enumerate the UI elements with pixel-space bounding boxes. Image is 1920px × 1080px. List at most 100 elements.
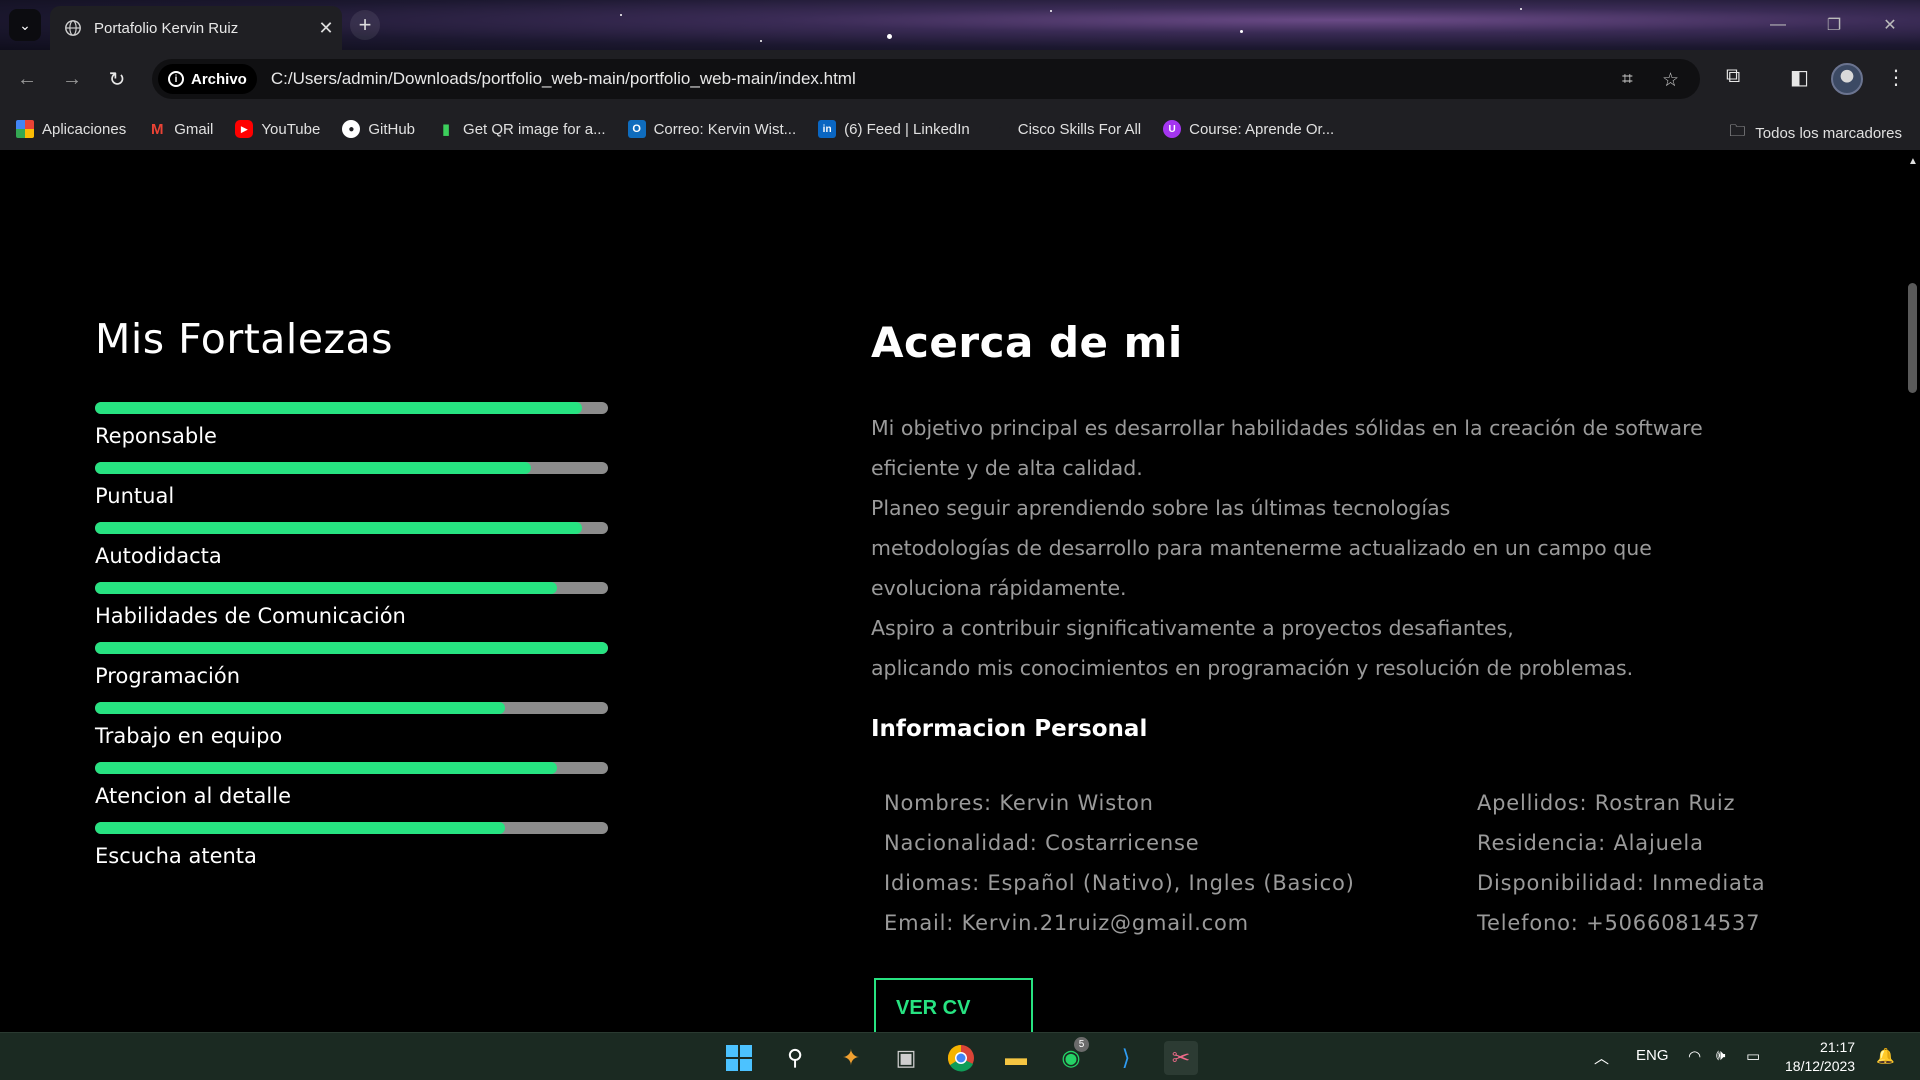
bookmark-star-icon[interactable]: ☆ (1662, 69, 1679, 92)
bookmark-course[interactable]: U Course: Aprende Or... (1163, 120, 1334, 138)
folder-icon: 🗀 (1729, 123, 1746, 140)
background-star (1520, 8, 1522, 10)
bookmark-qr[interactable]: ▮ Get QR image for a... (437, 120, 606, 139)
skill-bar-fill (95, 822, 506, 834)
bookmarks-bar: Aplicaciones M Gmail ▶ YouTube ● GitHub … (0, 108, 1920, 150)
bookmark-youtube[interactable]: ▶ YouTube (235, 120, 320, 138)
vscode-icon[interactable]: ⟩ (1109, 1041, 1143, 1075)
skill-bar-track (95, 822, 608, 834)
tab-title: Portafolio Kervin Ruiz (94, 19, 239, 37)
minimize-button[interactable]: — (1750, 0, 1806, 50)
info-phone: Telefono: +50660814537 (1477, 911, 1761, 935)
info-email: Email: Kervin.21ruiz@gmail.com (884, 911, 1249, 935)
about-title: Acerca de mi (871, 318, 1183, 367)
linkedin-icon: in (818, 120, 837, 138)
skill-bar-fill (95, 582, 557, 594)
notification-bell-icon[interactable]: 🔔 (1876, 1047, 1895, 1065)
bookmark-github[interactable]: ● GitHub (342, 120, 415, 138)
skill-label: Reponsable (95, 424, 217, 448)
gmail-icon: M (150, 120, 164, 138)
bookmark-linkedin[interactable]: in (6) Feed | LinkedIn (818, 120, 970, 138)
back-button[interactable]: ← (12, 64, 42, 94)
system-clock[interactable]: 21:17 18/12/2023 (1785, 1038, 1855, 1076)
apps-grid-icon (16, 120, 34, 138)
github-icon: ● (342, 120, 361, 138)
browser-toolbar: ← → ↻ i Archivo C:/Users/admin/Downloads… (0, 50, 1920, 108)
chrome-logo-icon (947, 1044, 974, 1072)
about-line: evoluciona rápidamente. (871, 576, 1127, 600)
new-tab-button[interactable]: + (350, 10, 380, 40)
bookmark-apps[interactable]: Aplicaciones (16, 120, 126, 138)
info-nationality: Nacionalidad: Costarricense (884, 831, 1200, 855)
skill-bar-track (95, 402, 608, 414)
background-star (620, 14, 622, 16)
youtube-icon: ▶ (235, 120, 254, 138)
extensions-icon[interactable]: ⧉ (1726, 65, 1740, 88)
whatsapp-icon[interactable]: ◉ 5 (1054, 1037, 1089, 1075)
bookmark-label: Cisco Skills For All (1017, 120, 1142, 138)
view-cv-button[interactable]: VER CV (874, 978, 1033, 1032)
bookmark-label: Gmail (174, 120, 214, 138)
chevron-down-icon: ⌄ (19, 16, 31, 33)
background-star (887, 34, 892, 39)
bookmark-label: (6) Feed | LinkedIn (844, 120, 970, 138)
chrome-icon[interactable] (944, 1041, 978, 1075)
show-hidden-icons-chevron-icon[interactable]: ︿ (1594, 1047, 1609, 1068)
close-tab-icon[interactable]: ✕ (310, 18, 342, 39)
tab-search-button[interactable]: ⌄ (9, 9, 41, 41)
bookmark-outlook[interactable]: O Correo: Kervin Wist... (627, 120, 796, 138)
site-info-chip[interactable]: i Archivo (158, 64, 257, 94)
page-viewport: Mis Fortalezas Reponsable Puntual Autodi… (0, 150, 1905, 1032)
all-bookmarks-button[interactable]: 🗀 Todos los marcadores (1729, 120, 1902, 147)
language-indicator[interactable]: ENG (1636, 1047, 1669, 1064)
search-icon[interactable]: ⚲ (778, 1041, 812, 1075)
info-last-names: Apellidos: Rostran Ruiz (1477, 791, 1736, 815)
reload-button[interactable]: ↻ (102, 64, 132, 94)
personal-info-title: Informacion Personal (871, 716, 1148, 742)
info-residence: Residencia: Alajuela (1477, 831, 1704, 855)
about-line: aplicando mis conocimientos en programac… (871, 656, 1634, 680)
skill-label: Habilidades de Comunicación (95, 604, 406, 628)
skill-item: Programación (95, 642, 608, 688)
course-icon: U (1163, 120, 1182, 138)
address-bar[interactable]: i Archivo C:/Users/admin/Downloads/portf… (152, 59, 1700, 99)
url-text[interactable]: C:/Users/admin/Downloads/portfolio_web-m… (271, 69, 856, 89)
profile-avatar[interactable] (1831, 63, 1863, 95)
wifi-icon[interactable]: ◠ (1688, 1047, 1701, 1065)
more-menu-icon[interactable]: ⋮ (1886, 65, 1906, 90)
page-scrollbar[interactable]: ▲ (1905, 150, 1920, 1032)
translate-icon[interactable]: ⌗ (1622, 69, 1633, 91)
skill-bar-fill (95, 402, 583, 414)
bookmark-gmail[interactable]: M Gmail (148, 120, 213, 138)
skill-label: Programación (95, 664, 241, 688)
close-window-button[interactable]: ✕ (1862, 0, 1918, 50)
outlook-icon: O (627, 120, 646, 138)
copilot-icon[interactable]: ✦ (834, 1041, 868, 1075)
battery-icon[interactable]: ▭ (1746, 1047, 1760, 1065)
volume-icon[interactable]: 🕪 (1716, 1047, 1725, 1064)
tab-portfolio[interactable]: Portafolio Kervin Ruiz ✕ (50, 6, 342, 50)
info-icon: i (168, 71, 184, 87)
background-star (1050, 10, 1052, 12)
skill-bar-fill (95, 702, 506, 714)
all-bookmarks-label: Todos los marcadores (1755, 125, 1902, 142)
windows-taskbar: ⚲ ✦ ▣ ▬ ◉ 5 ⟩ ✂ ︿ ENG ◠ 🕪 ▭ 21:17 18/12/… (0, 1032, 1920, 1080)
restore-button[interactable]: ❐ (1806, 0, 1862, 50)
clock-date: 18/12/2023 (1785, 1058, 1856, 1074)
forward-button[interactable]: → (57, 64, 87, 94)
bookmark-label: Get QR image for a... (463, 120, 606, 138)
skill-bar-track (95, 462, 608, 474)
file-explorer-icon[interactable]: ▬ (999, 1041, 1033, 1075)
snipping-tool-icon[interactable]: ✂ (1164, 1041, 1198, 1075)
skill-label: Puntual (95, 484, 175, 508)
task-view-icon[interactable]: ▣ (889, 1041, 923, 1075)
windows-start-icon[interactable] (722, 1041, 756, 1075)
bookmark-cisco[interactable]: · Cisco Skills For All (992, 120, 1141, 138)
scrollbar-thumb[interactable] (1908, 283, 1917, 393)
about-paragraph: Mi objetivo principal es desarrollar hab… (871, 408, 1731, 688)
skill-item: Escucha atenta (95, 822, 608, 868)
info-languages: Idiomas: Español (Nativo), Ingles (Basic… (884, 871, 1355, 895)
bookmark-label: GitHub (368, 120, 416, 138)
side-panel-icon[interactable]: ◧ (1790, 65, 1809, 90)
scroll-up-arrow-icon[interactable]: ▲ (1908, 156, 1918, 167)
